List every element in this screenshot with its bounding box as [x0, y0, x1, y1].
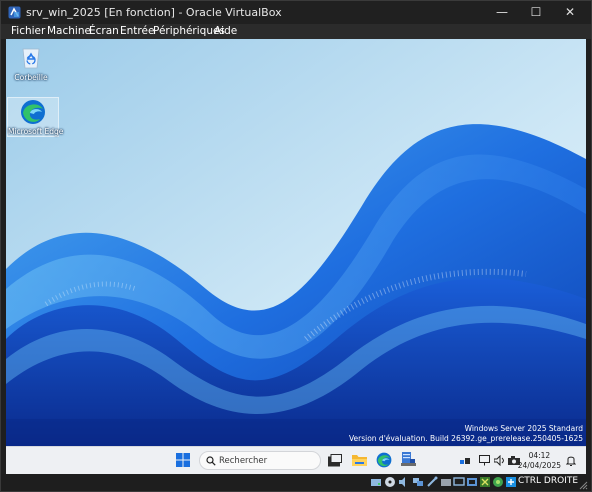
capture-icon[interactable] — [479, 476, 491, 488]
display-icon[interactable] — [479, 455, 490, 466]
edge-taskbar-icon[interactable] — [376, 452, 392, 468]
maximize-button[interactable]: ☐ — [519, 1, 553, 24]
title-bar[interactable]: srv_win_2025 [En fonction] - Oracle Virt… — [1, 1, 591, 24]
search-placeholder: Rechercher — [219, 456, 268, 466]
desktop-icon-edge[interactable]: Microsoft Edge — [7, 97, 64, 137]
clock-date: 24/04/2025 — [517, 461, 561, 470]
file-explorer-icon[interactable] — [352, 453, 367, 466]
server-manager-icon[interactable] — [401, 452, 416, 468]
close-button[interactable]: ✕ — [553, 1, 587, 24]
system-clock[interactable]: 04:12 24/04/2025 — [518, 451, 561, 471]
mouse-integration-icon[interactable] — [505, 476, 517, 488]
minimize-button[interactable]: — — [485, 1, 519, 24]
task-view-icon[interactable] — [328, 454, 342, 467]
taskbar-search-box[interactable]: Rechercher — [199, 451, 321, 470]
menu-fichier[interactable]: Fichier — [11, 24, 45, 38]
menu-machine[interactable]: Machine — [47, 24, 91, 38]
display-status-icon[interactable] — [453, 476, 465, 488]
vm-status-bar: CTRL DROITE — [1, 474, 591, 491]
resize-grip-icon[interactable] — [578, 480, 588, 490]
audio-icon[interactable] — [398, 476, 410, 488]
desktop-icon-label: Microsoft Edge — [8, 127, 64, 136]
guest-taskbar: Rechercher 04:12 24/04/2025 — [6, 446, 586, 475]
network-icon[interactable] — [460, 456, 471, 466]
menu-bar: Fichier Machine Écran Entrée Périphériqu… — [1, 24, 591, 39]
menu-entree[interactable]: Entrée — [120, 24, 154, 38]
window-title: srv_win_2025 [En fonction] - Oracle Virt… — [26, 6, 282, 19]
search-icon — [206, 456, 216, 466]
virtualbox-icon — [8, 6, 21, 19]
edge-icon — [21, 100, 45, 124]
usb-icon[interactable] — [426, 476, 438, 488]
speaker-icon[interactable] — [494, 455, 506, 466]
menu-ecran[interactable]: Écran — [89, 24, 119, 38]
notification-bell-icon[interactable] — [566, 455, 576, 466]
watermark-edition: Windows Server 2025 Standard — [464, 424, 583, 433]
start-icon[interactable] — [176, 453, 190, 467]
recording-icon[interactable] — [466, 476, 478, 488]
cpu-icon[interactable] — [492, 476, 504, 488]
network-adapter-icon[interactable] — [412, 476, 424, 488]
clock-time: 04:12 — [528, 451, 551, 460]
optical-drive-icon[interactable] — [384, 476, 396, 488]
wallpaper — [6, 39, 586, 446]
guest-desktop[interactable]: Corbeille Microsoft Edge Windows Server … — [6, 39, 586, 446]
evaluation-watermark: Windows Server 2025 Standard Version d'é… — [349, 424, 583, 444]
desktop-icon-label: Corbeille — [14, 73, 48, 82]
menu-aide[interactable]: Aide — [214, 24, 237, 38]
host-key-label[interactable]: CTRL DROITE — [518, 476, 578, 486]
hard-disk-icon[interactable] — [370, 476, 382, 488]
virtualbox-window: srv_win_2025 [En fonction] - Oracle Virt… — [0, 0, 592, 492]
watermark-build: Version d'évaluation. Build 26392.ge_pre… — [348, 434, 583, 443]
shared-folders-icon[interactable] — [440, 476, 452, 488]
desktop-icon-recycle-bin[interactable]: Corbeille — [6, 45, 56, 82]
recycle-bin-icon — [22, 48, 40, 69]
